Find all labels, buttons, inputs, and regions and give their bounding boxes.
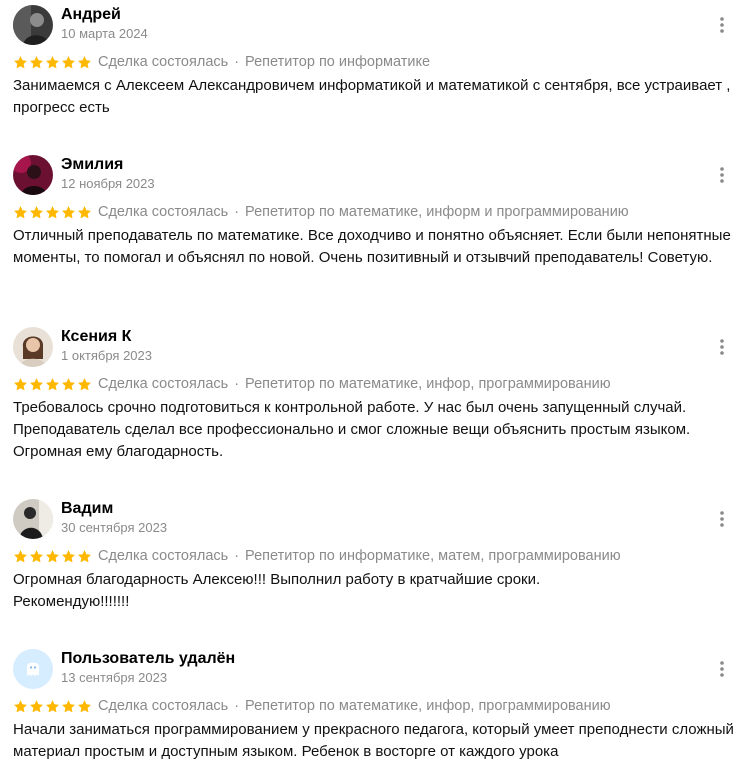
reviewer-name[interactable]: Вадим xyxy=(61,499,113,519)
reviewer-name[interactable]: Пользователь удалён xyxy=(61,649,235,669)
deal-status: Сделка состоялась xyxy=(98,376,229,392)
more-options-button[interactable] xyxy=(715,508,729,530)
review-category: Репетитор по информатике, матем, програм… xyxy=(245,548,621,564)
review-date: 1 октября 2023 xyxy=(61,348,152,363)
review-date: 10 марта 2024 xyxy=(61,26,148,41)
deal-status: Сделка состоялась xyxy=(98,698,229,714)
star-icon xyxy=(30,205,43,218)
avatar[interactable] xyxy=(13,5,53,45)
review-date: 12 ноября 2023 xyxy=(61,176,155,191)
review-category: Репетитор по математике, инфор, программ… xyxy=(245,376,611,392)
review-meta: Сделка состоялась · Репетитор по информа… xyxy=(13,546,621,566)
review-text: Требовалось срочно подготовиться к контр… xyxy=(13,399,691,460)
rating-stars xyxy=(13,699,92,714)
reviewer-name[interactable]: Эмилия xyxy=(61,155,123,175)
review-text: Огромная благодарность Алексею!!! Выполн… xyxy=(13,571,541,610)
star-icon xyxy=(14,699,27,712)
star-icon xyxy=(78,699,91,712)
star-icon xyxy=(46,549,59,562)
star-icon xyxy=(62,205,75,218)
avatar[interactable] xyxy=(13,499,53,539)
more-vertical-icon xyxy=(720,661,724,677)
star-icon xyxy=(46,377,59,390)
rating-stars xyxy=(13,55,92,70)
review-text: Начали заниматься программированием у пр… xyxy=(13,721,734,760)
more-options-button[interactable] xyxy=(715,164,729,186)
reviews-list: Андрей 10 марта 2024 Сделка состоялась ·… xyxy=(0,0,752,783)
review-category: Репетитор по математике, инфор, программ… xyxy=(245,698,611,714)
star-icon xyxy=(78,55,91,68)
separator-dot: · xyxy=(234,204,240,220)
separator-dot: · xyxy=(234,54,240,70)
user-photo-icon xyxy=(13,499,53,539)
star-icon xyxy=(62,377,75,390)
star-icon xyxy=(78,205,91,218)
star-icon xyxy=(62,699,75,712)
deal-status: Сделка состоялась xyxy=(98,548,229,564)
more-vertical-icon xyxy=(720,17,724,33)
review-meta: Сделка состоялась · Репетитор по информа… xyxy=(13,52,430,72)
user-photo-icon xyxy=(13,155,53,195)
star-icon xyxy=(30,377,43,390)
separator-dot: · xyxy=(234,698,240,714)
deal-status: Сделка состоялась xyxy=(98,204,229,220)
star-icon xyxy=(14,549,27,562)
reviewer-name[interactable]: Андрей xyxy=(61,5,121,25)
review-meta: Сделка состоялась · Репетитор по математ… xyxy=(13,374,611,394)
star-icon xyxy=(46,55,59,68)
review-category: Репетитор по математике, информ и програ… xyxy=(245,204,629,220)
deal-status: Сделка состоялась xyxy=(98,54,229,70)
more-options-button[interactable] xyxy=(715,658,729,680)
separator-dot: · xyxy=(234,548,240,564)
user-photo-icon xyxy=(13,327,53,367)
rating-stars xyxy=(13,205,92,220)
star-icon xyxy=(62,549,75,562)
star-icon xyxy=(14,55,27,68)
star-icon xyxy=(78,549,91,562)
avatar[interactable] xyxy=(13,649,53,689)
star-icon xyxy=(14,377,27,390)
review-meta: Сделка состоялась · Репетитор по математ… xyxy=(13,202,629,222)
more-options-button[interactable] xyxy=(715,336,729,358)
more-vertical-icon xyxy=(720,511,724,527)
review-date: 13 сентября 2023 xyxy=(61,670,168,685)
star-icon xyxy=(30,55,43,68)
review-meta: Сделка состоялась · Репетитор по математ… xyxy=(13,696,611,716)
star-icon xyxy=(30,699,43,712)
more-vertical-icon xyxy=(720,167,724,183)
avatar[interactable] xyxy=(13,327,53,367)
more-options-button[interactable] xyxy=(715,14,729,36)
user-photo-icon xyxy=(13,5,53,45)
star-icon xyxy=(62,55,75,68)
more-vertical-icon xyxy=(720,339,724,355)
rating-stars xyxy=(13,549,92,564)
star-icon xyxy=(14,205,27,218)
review-text: Отличный преподаватель по математике. Вс… xyxy=(13,227,731,266)
star-icon xyxy=(78,377,91,390)
star-icon xyxy=(46,699,59,712)
rating-stars xyxy=(13,377,92,392)
star-icon xyxy=(46,205,59,218)
ghost-icon xyxy=(13,649,53,689)
separator-dot: · xyxy=(234,376,240,392)
reviewer-name[interactable]: Ксения К xyxy=(61,327,131,347)
review-text: Занимаемся с Алексеем Александровичем ин… xyxy=(13,77,731,116)
star-icon xyxy=(30,549,43,562)
review-date: 30 сентября 2023 xyxy=(61,520,168,535)
review-category: Репетитор по информатике xyxy=(245,54,431,70)
avatar[interactable] xyxy=(13,155,53,195)
